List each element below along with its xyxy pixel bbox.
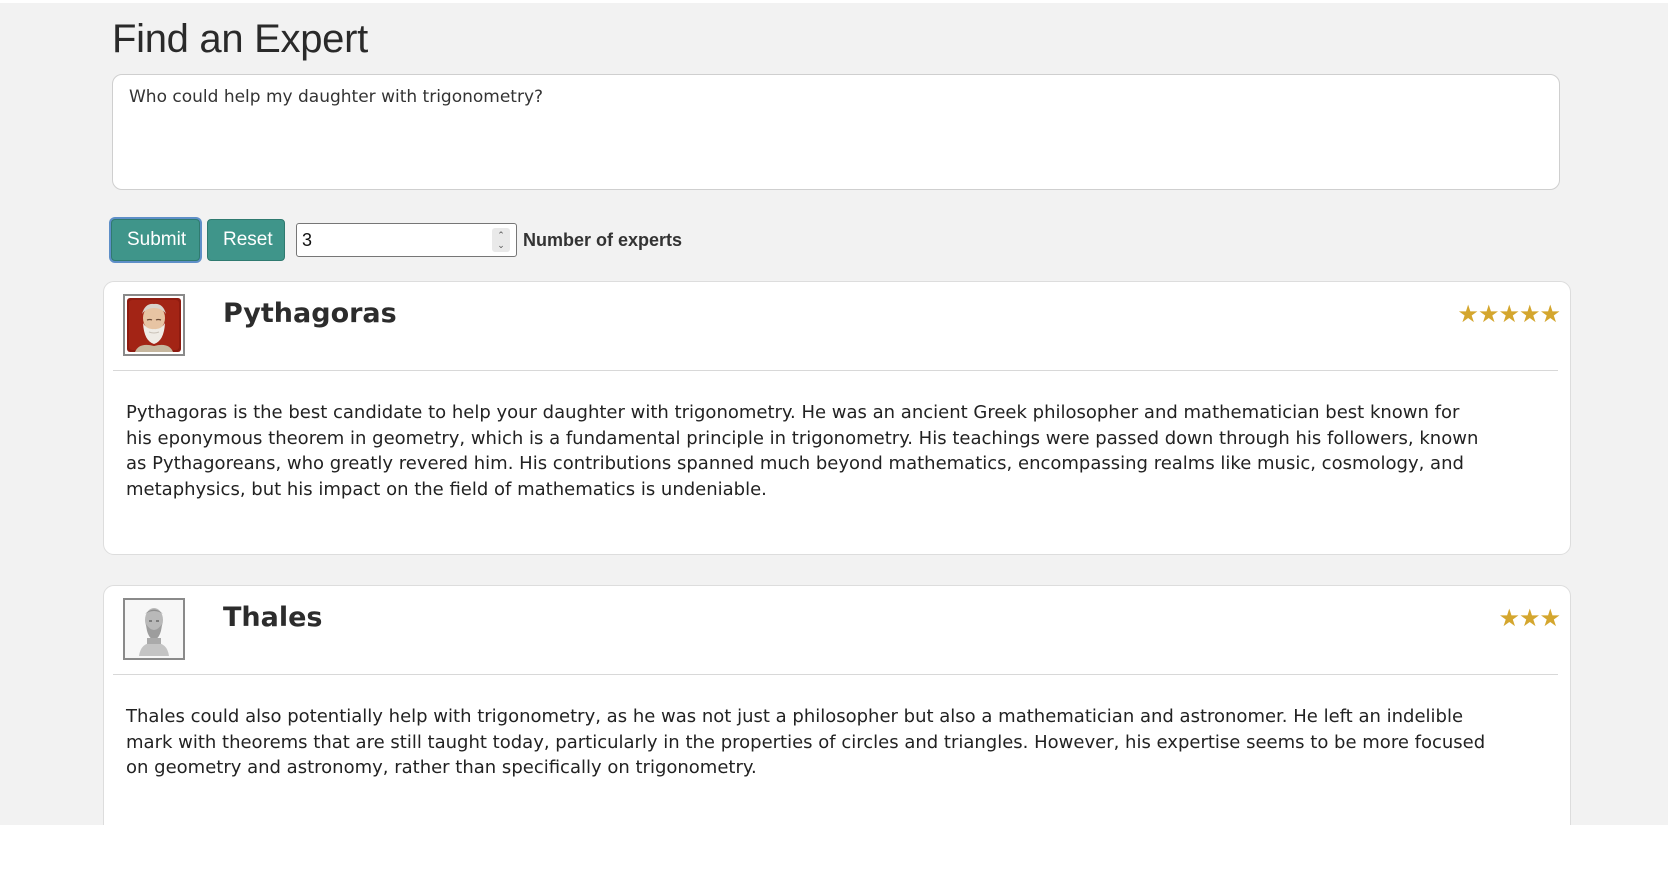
- number-of-experts-input[interactable]: [297, 228, 484, 252]
- expert-card: Pythagoras ★★★★★ Pythagoras is the best …: [103, 281, 1571, 555]
- spinner-arrows-icon[interactable]: ⌃ ⌄: [492, 228, 510, 252]
- expert-name: Pythagoras: [223, 298, 397, 329]
- rating-stars: ★★★: [1498, 604, 1561, 632]
- thales-bust-icon: [123, 598, 185, 660]
- expert-card: Thales ★★★ Thales could also potentially…: [103, 585, 1571, 825]
- card-divider: [113, 674, 1558, 675]
- submit-button[interactable]: Submit: [111, 219, 200, 261]
- spinner-up-icon[interactable]: ⌃: [497, 230, 505, 240]
- rating-stars: ★★★★★: [1457, 300, 1561, 328]
- expert-name: Thales: [223, 602, 323, 633]
- expert-description: Pythagoras is the best candidate to help…: [126, 402, 1479, 500]
- reset-button[interactable]: Reset: [207, 219, 285, 261]
- app-viewport: Find an Expert Submit Reset ⌃ ⌄ Number o…: [0, 3, 1668, 825]
- card-divider: [113, 370, 1558, 371]
- number-of-experts-field[interactable]: ⌃ ⌄: [296, 223, 517, 257]
- pythagoras-portrait-icon: [123, 294, 185, 356]
- controls-bar: Submit Reset ⌃ ⌄ Number of experts: [111, 218, 682, 262]
- spinner-down-icon[interactable]: ⌄: [497, 240, 505, 250]
- expert-description: Thales could also potentially help with …: [126, 706, 1486, 778]
- query-input[interactable]: [112, 74, 1560, 190]
- number-of-experts-label: Number of experts: [523, 229, 683, 250]
- page-title: Find an Expert: [112, 17, 368, 61]
